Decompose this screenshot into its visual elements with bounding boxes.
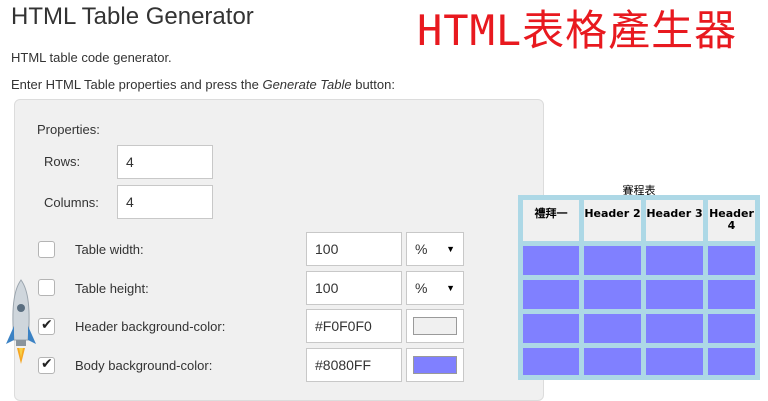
rows-input[interactable]: 4 <box>117 145 213 179</box>
caret-down-icon: ▼ <box>446 283 455 293</box>
table-height-unit-select[interactable]: % ▼ <box>406 271 464 305</box>
preview-header-cell: 禮拜一 <box>523 200 579 241</box>
instruction-emphasis: Generate Table <box>262 77 352 92</box>
preview-body-cell <box>584 280 641 309</box>
body-bg-input[interactable]: #8080FF <box>306 348 402 382</box>
rocket-icon <box>6 279 36 364</box>
preview-body-cell <box>646 314 703 343</box>
properties-heading: Properties: <box>37 122 100 137</box>
body-bg-checkbox[interactable]: ✔ <box>38 355 55 374</box>
preview-body-cell <box>523 314 579 343</box>
body-bg-label: Body background-color: <box>75 358 213 373</box>
preview-header-cell: Header 3 <box>646 200 703 241</box>
body-bg-swatch <box>413 356 457 374</box>
instruction-suffix: button: <box>351 77 395 92</box>
preview-body-cell <box>523 280 579 309</box>
preview-body-cell <box>584 314 641 343</box>
preview-body-cell <box>708 280 755 309</box>
table-width-checkbox[interactable] <box>38 241 55 258</box>
preview-body-cell <box>646 246 703 275</box>
preview-body-cell <box>646 280 703 309</box>
table-height-input[interactable]: 100 <box>306 271 402 305</box>
instruction-prefix: Enter HTML Table properties and press th… <box>11 77 263 92</box>
preview-body-cell <box>523 348 579 375</box>
header-bg-swatch <box>413 317 457 335</box>
instruction-text: Enter HTML Table properties and press th… <box>11 77 395 92</box>
columns-input[interactable]: 4 <box>117 185 213 219</box>
preview-body-cell <box>646 348 703 375</box>
table-width-unit-value: % <box>415 241 428 257</box>
preview-body-cell <box>708 246 755 275</box>
table-height-unit-value: % <box>415 280 428 296</box>
preview-body-cell <box>584 348 641 375</box>
columns-label: Columns: <box>44 195 99 210</box>
header-bg-color-picker[interactable] <box>406 309 464 343</box>
preview-body-cell <box>708 314 755 343</box>
page-title: HTML Table Generator <box>11 3 254 30</box>
body-bg-color-picker[interactable] <box>406 348 464 382</box>
table-width-input[interactable]: 100 <box>306 232 402 266</box>
preview-header-cell: Header 2 <box>584 200 641 241</box>
page-subtitle: HTML table code generator. <box>11 50 172 65</box>
table-height-checkbox[interactable] <box>38 279 55 296</box>
check-icon: ✔ <box>41 355 53 371</box>
preview-body-cell <box>708 348 755 375</box>
check-icon: ✔ <box>41 316 53 332</box>
rows-label: Rows: <box>44 154 81 169</box>
table-height-label: Table height: <box>75 281 149 296</box>
table-width-unit-select[interactable]: % ▼ <box>406 232 464 266</box>
header-bg-checkbox[interactable]: ✔ <box>38 316 55 335</box>
table-width-label: Table width: <box>75 242 144 257</box>
preview-table: 禮拜一 Header 2 Header 3 Header 4 <box>518 195 760 380</box>
header-bg-input[interactable]: #F0F0F0 <box>306 309 402 343</box>
banner-title: HTML表格產生器 <box>417 6 738 55</box>
header-bg-label: Header background-color: <box>75 319 226 334</box>
preview-body-cell <box>584 246 641 275</box>
preview-body-cell <box>523 246 579 275</box>
caret-down-icon: ▼ <box>446 244 455 254</box>
preview-header-cell: Header 4 <box>708 200 755 241</box>
